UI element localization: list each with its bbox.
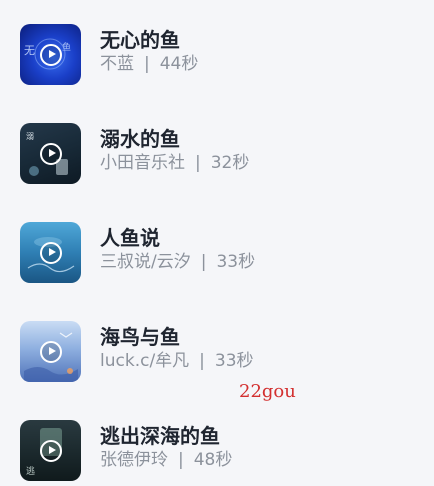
song-title: 溺水的鱼	[100, 127, 180, 151]
album-cover[interactable]: 溺	[20, 123, 81, 184]
play-icon[interactable]	[39, 439, 62, 462]
song-title: 人鱼说	[100, 226, 160, 250]
song-item-2[interactable]: 人鱼说 三叔说/云汐 | 33秒	[0, 198, 434, 288]
play-icon[interactable]	[39, 241, 62, 264]
duration: 48秒	[193, 450, 233, 470]
play-icon[interactable]	[39, 142, 62, 165]
duration: 32秒	[210, 153, 250, 173]
separator: |	[195, 153, 201, 173]
artist-name: 张德伊玲	[100, 450, 168, 470]
song-meta: 小田音乐社 | 32秒	[100, 152, 249, 174]
song-meta: 三叔说/云汐 | 33秒	[100, 251, 255, 273]
album-cover[interactable]	[20, 222, 81, 283]
separator: |	[178, 450, 184, 470]
separator: |	[144, 54, 150, 74]
duration: 44秒	[159, 54, 199, 74]
song-item-4[interactable]: 逃 逃出深海的鱼 张德伊玲 | 48秒	[0, 396, 434, 486]
separator: |	[200, 252, 207, 272]
svg-text:溺: 溺	[26, 132, 34, 141]
song-meta: 不蓝 | 44秒	[100, 53, 198, 75]
artist-name: 不蓝	[100, 54, 134, 74]
album-cover[interactable]: 无 鱼	[20, 24, 81, 85]
watermark-text: 22gou	[239, 381, 296, 402]
song-item-0[interactable]: 无 鱼 无心的鱼 不蓝 | 44秒	[0, 0, 434, 90]
duration: 33秒	[216, 252, 256, 272]
play-icon[interactable]	[39, 340, 62, 363]
song-title: 海鸟与鱼	[100, 325, 180, 349]
svg-text:无: 无	[24, 44, 35, 57]
artist-name: 三叔说/云汐	[100, 252, 191, 272]
song-item-3[interactable]: 海鸟与鱼 luck.c/牟凡 | 33秒	[0, 297, 434, 387]
song-item-1[interactable]: 溺 溺水的鱼 小田音乐社 | 32秒	[0, 99, 434, 189]
svg-text:逃: 逃	[26, 465, 35, 477]
play-icon[interactable]	[39, 43, 62, 66]
song-title: 逃出深海的鱼	[100, 424, 220, 448]
song-title: 无心的鱼	[100, 28, 180, 52]
duration: 33秒	[214, 351, 254, 371]
artist-name: 小田音乐社	[100, 153, 185, 173]
separator: |	[199, 351, 205, 371]
album-cover[interactable]: 逃	[20, 420, 81, 481]
artist-name: luck.c/牟凡	[100, 351, 190, 371]
album-cover[interactable]	[20, 321, 81, 382]
song-meta: 张德伊玲 | 48秒	[100, 449, 232, 471]
song-meta: luck.c/牟凡 | 33秒	[100, 350, 254, 372]
